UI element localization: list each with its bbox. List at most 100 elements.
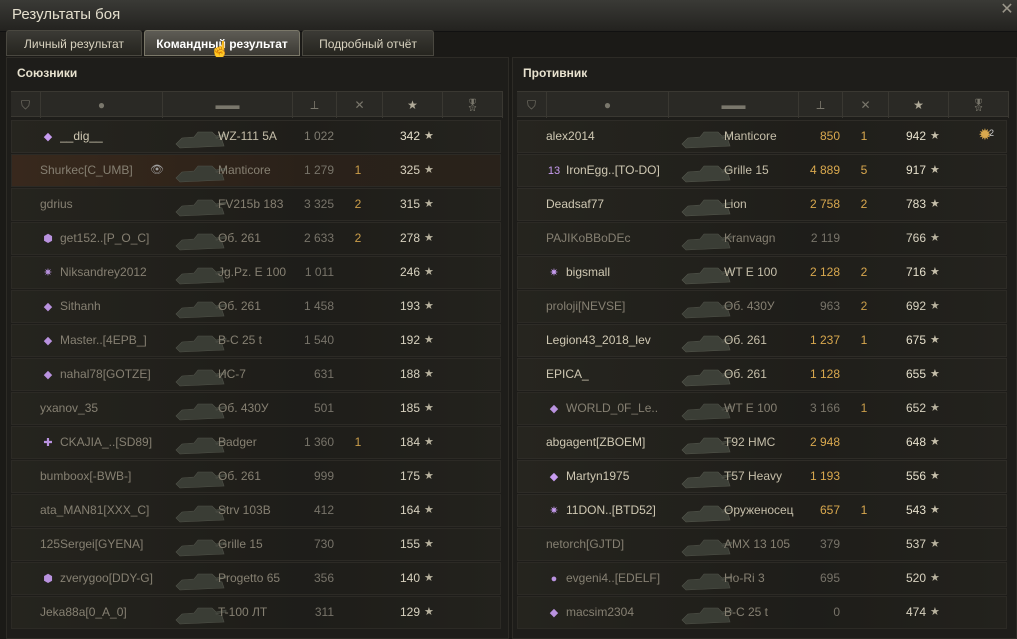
tank-name: Ho-Ri 3 [724, 571, 765, 585]
player-name: gdrius [40, 197, 73, 211]
damage-value: 501 [313, 401, 334, 415]
squad-icon[interactable]: ⛉ [517, 92, 547, 118]
star-icon: ★ [930, 130, 940, 142]
player-row[interactable]: gdrius FV215b 183 3 325 2 315 ★ [11, 188, 501, 221]
player-row[interactable]: Jeka88a[0_A_0] T-100 ЛТ 311 129 ★ [11, 596, 501, 629]
damage-icon[interactable]: ⟂ [293, 92, 337, 118]
damage-value: 2 758 [809, 197, 840, 211]
player-name: Deadsaf77 [546, 197, 605, 211]
star-icon: ★ [930, 300, 940, 312]
player-row[interactable]: ◆ __dig__ WZ-111 5A 1 022 342 ★ [11, 120, 501, 153]
player-name: bumboox[-BWB-] [40, 469, 132, 483]
tab-detailed-report[interactable]: Подробный отчёт [302, 30, 434, 56]
player-icon[interactable]: ● [547, 92, 669, 118]
rank-badge-icon: ◆ [549, 607, 559, 619]
player-name: abgagent[ZBOEM] [546, 435, 646, 449]
player-row[interactable]: EPICA_ Об. 261 1 128 655 ★ [517, 358, 1007, 391]
tank-icon[interactable]: ▬▬ [163, 92, 293, 118]
xp-value: 675 [905, 333, 926, 347]
player-row[interactable]: ✚ CKAJIA_..[SD89] Badger 1 360 1 184 ★ [11, 426, 501, 459]
player-name: macsim2304 [566, 605, 635, 619]
star-icon: ★ [424, 368, 434, 380]
xp-star-icon[interactable]: ★ [383, 92, 443, 118]
player-name: Sithanh [60, 299, 101, 313]
player-row[interactable]: abgagent[ZBOEM] T92 HMC 2 948 648 ★ [517, 426, 1007, 459]
player-row[interactable]: Shurkec[C_UMB] Manticore 1 279 1 325 ★ 👁 [11, 154, 501, 187]
star-icon: ★ [930, 368, 940, 380]
tank-name: B-C 25 t [218, 333, 263, 347]
medal-icon[interactable]: 🎖 [949, 92, 1009, 118]
damage-value: 1 458 [303, 299, 334, 313]
player-row[interactable]: ✷ bigsmall WT E 100 2 128 2 716 ★ [517, 256, 1007, 289]
medal-icon[interactable]: 🎖 [443, 92, 503, 118]
kills-value: 1 [354, 435, 362, 449]
player-name: evgeni4..[EDELF] [566, 571, 661, 585]
damage-icon[interactable]: ⟂ [799, 92, 843, 118]
player-row[interactable]: ◆ nahal78[GOTZE] ИС-7 631 188 ★ [11, 358, 501, 391]
kills-value: 2 [354, 231, 362, 245]
rank-badge-icon: ◆ [43, 131, 53, 143]
player-name: nahal78[GOTZE] [60, 367, 151, 381]
xp-star-icon[interactable]: ★ [889, 92, 949, 118]
player-row[interactable]: PAJIKoBBoDEc Kranvagn 2 119 766 ★ [517, 222, 1007, 255]
player-row[interactable]: netorch[GJTD] AMX 13 105 379 537 ★ [517, 528, 1007, 561]
close-icon[interactable]: ✕ [999, 2, 1015, 18]
tank-name: Об. 261 [724, 333, 767, 347]
star-icon: ★ [424, 470, 434, 482]
player-row[interactable]: yxanov_35 Об. 430У 501 185 ★ [11, 392, 501, 425]
player-row[interactable]: ● evgeni4..[EDELF] Ho-Ri 3 695 520 ★ [517, 562, 1007, 595]
kills-value [854, 359, 874, 390]
player-row[interactable]: ata_MAN81[XXX_C] Strv 103B 412 164 ★ [11, 494, 501, 527]
player-row[interactable]: alex2014 Manticore 850 1 942 ★ ✹ 2 [517, 120, 1007, 153]
rank-badge-icon: ⬢ [43, 573, 53, 585]
star-icon: ★ [424, 232, 434, 244]
player-row[interactable]: 125Sergei[GYENA] Grille 15 730 155 ★ [11, 528, 501, 561]
player-row[interactable]: Legion43_2018_lev Об. 261 1 237 1 675 ★ [517, 324, 1007, 357]
tank-name: Kranvagn [724, 231, 776, 245]
player-row[interactable]: 13 IronEgg..[TO-DO] Grille 15 4 889 5 917 ★ [517, 154, 1007, 187]
xp-value: 655 [905, 367, 926, 381]
kills-icon[interactable]: ✕ [337, 92, 383, 118]
player-row[interactable]: ⬢ zverygoo[DDY-G] Progetto 65 356 140 ★ [11, 562, 501, 595]
player-row[interactable]: Deadsaf77 Lion 2 758 2 783 ★ [517, 188, 1007, 221]
player-name: zverygoo[DDY-G] [60, 571, 153, 585]
kills-value [854, 427, 874, 458]
kills-value: 5 [860, 163, 868, 177]
star-icon: ★ [424, 164, 434, 176]
rank-badge-icon: ◆ [43, 335, 53, 347]
player-icon[interactable]: ● [41, 92, 163, 118]
squad-icon[interactable]: ⛉ [11, 92, 41, 118]
damage-value: 631 [313, 367, 334, 381]
kills-icon[interactable]: ✕ [843, 92, 889, 118]
enemies-title: Противник [523, 66, 588, 80]
player-row[interactable]: ⬢ get152..[P_O_C] Об. 261 2 633 2 278 ★ [11, 222, 501, 255]
player-row[interactable]: ◆ WORLD_0F_Le.. WT E 100 3 166 1 652 ★ [517, 392, 1007, 425]
player-row[interactable]: ◆ macsim2304 B-C 25 t 0 474 ★ [517, 596, 1007, 629]
player-row[interactable]: ◆ Sithanh Об. 261 1 458 193 ★ [11, 290, 501, 323]
kills-value: 2 [860, 299, 868, 313]
kills-value: 2 [354, 197, 362, 211]
player-row[interactable]: ◆ Master..[4EPB_] B-C 25 t 1 540 192 ★ [11, 324, 501, 357]
damage-value: 657 [819, 503, 840, 517]
star-icon: ★ [424, 266, 434, 278]
player-row[interactable]: proloji[NEVSE] Об. 430У 963 2 692 ★ [517, 290, 1007, 323]
kills-value [348, 325, 368, 356]
player-name: WORLD_0F_Le.. [566, 401, 659, 415]
player-row[interactable]: ✷ Niksandrey2012 Jg.Pz. E 100 1 011 246 ★ [11, 256, 501, 289]
kills-value: 1 [860, 129, 868, 143]
star-icon: ★ [930, 436, 940, 448]
player-row[interactable]: bumboox[-BWB-] Об. 261 999 175 ★ [11, 460, 501, 493]
tab-personal-result[interactable]: Личный результат [6, 30, 142, 56]
damage-value: 311 [314, 605, 334, 619]
player-name: CKAJIA_..[SD89] [60, 435, 153, 449]
player-row[interactable]: ◆ Martyn1975 T57 Heavy 1 193 556 ★ [517, 460, 1007, 493]
tank-name: Manticore [724, 129, 777, 143]
xp-value: 648 [905, 435, 926, 449]
xp-value: 537 [905, 537, 926, 551]
kills-value: 1 [860, 401, 868, 415]
player-row[interactable]: ✷ 11DON..[BTD52] Оруженосец 657 1 543 ★ [517, 494, 1007, 527]
tank-icon[interactable]: ▬▬ [669, 92, 799, 118]
star-icon: ★ [930, 232, 940, 244]
tank-name: WT E 100 [724, 401, 778, 415]
rank-badge-icon: ✷ [549, 505, 559, 517]
